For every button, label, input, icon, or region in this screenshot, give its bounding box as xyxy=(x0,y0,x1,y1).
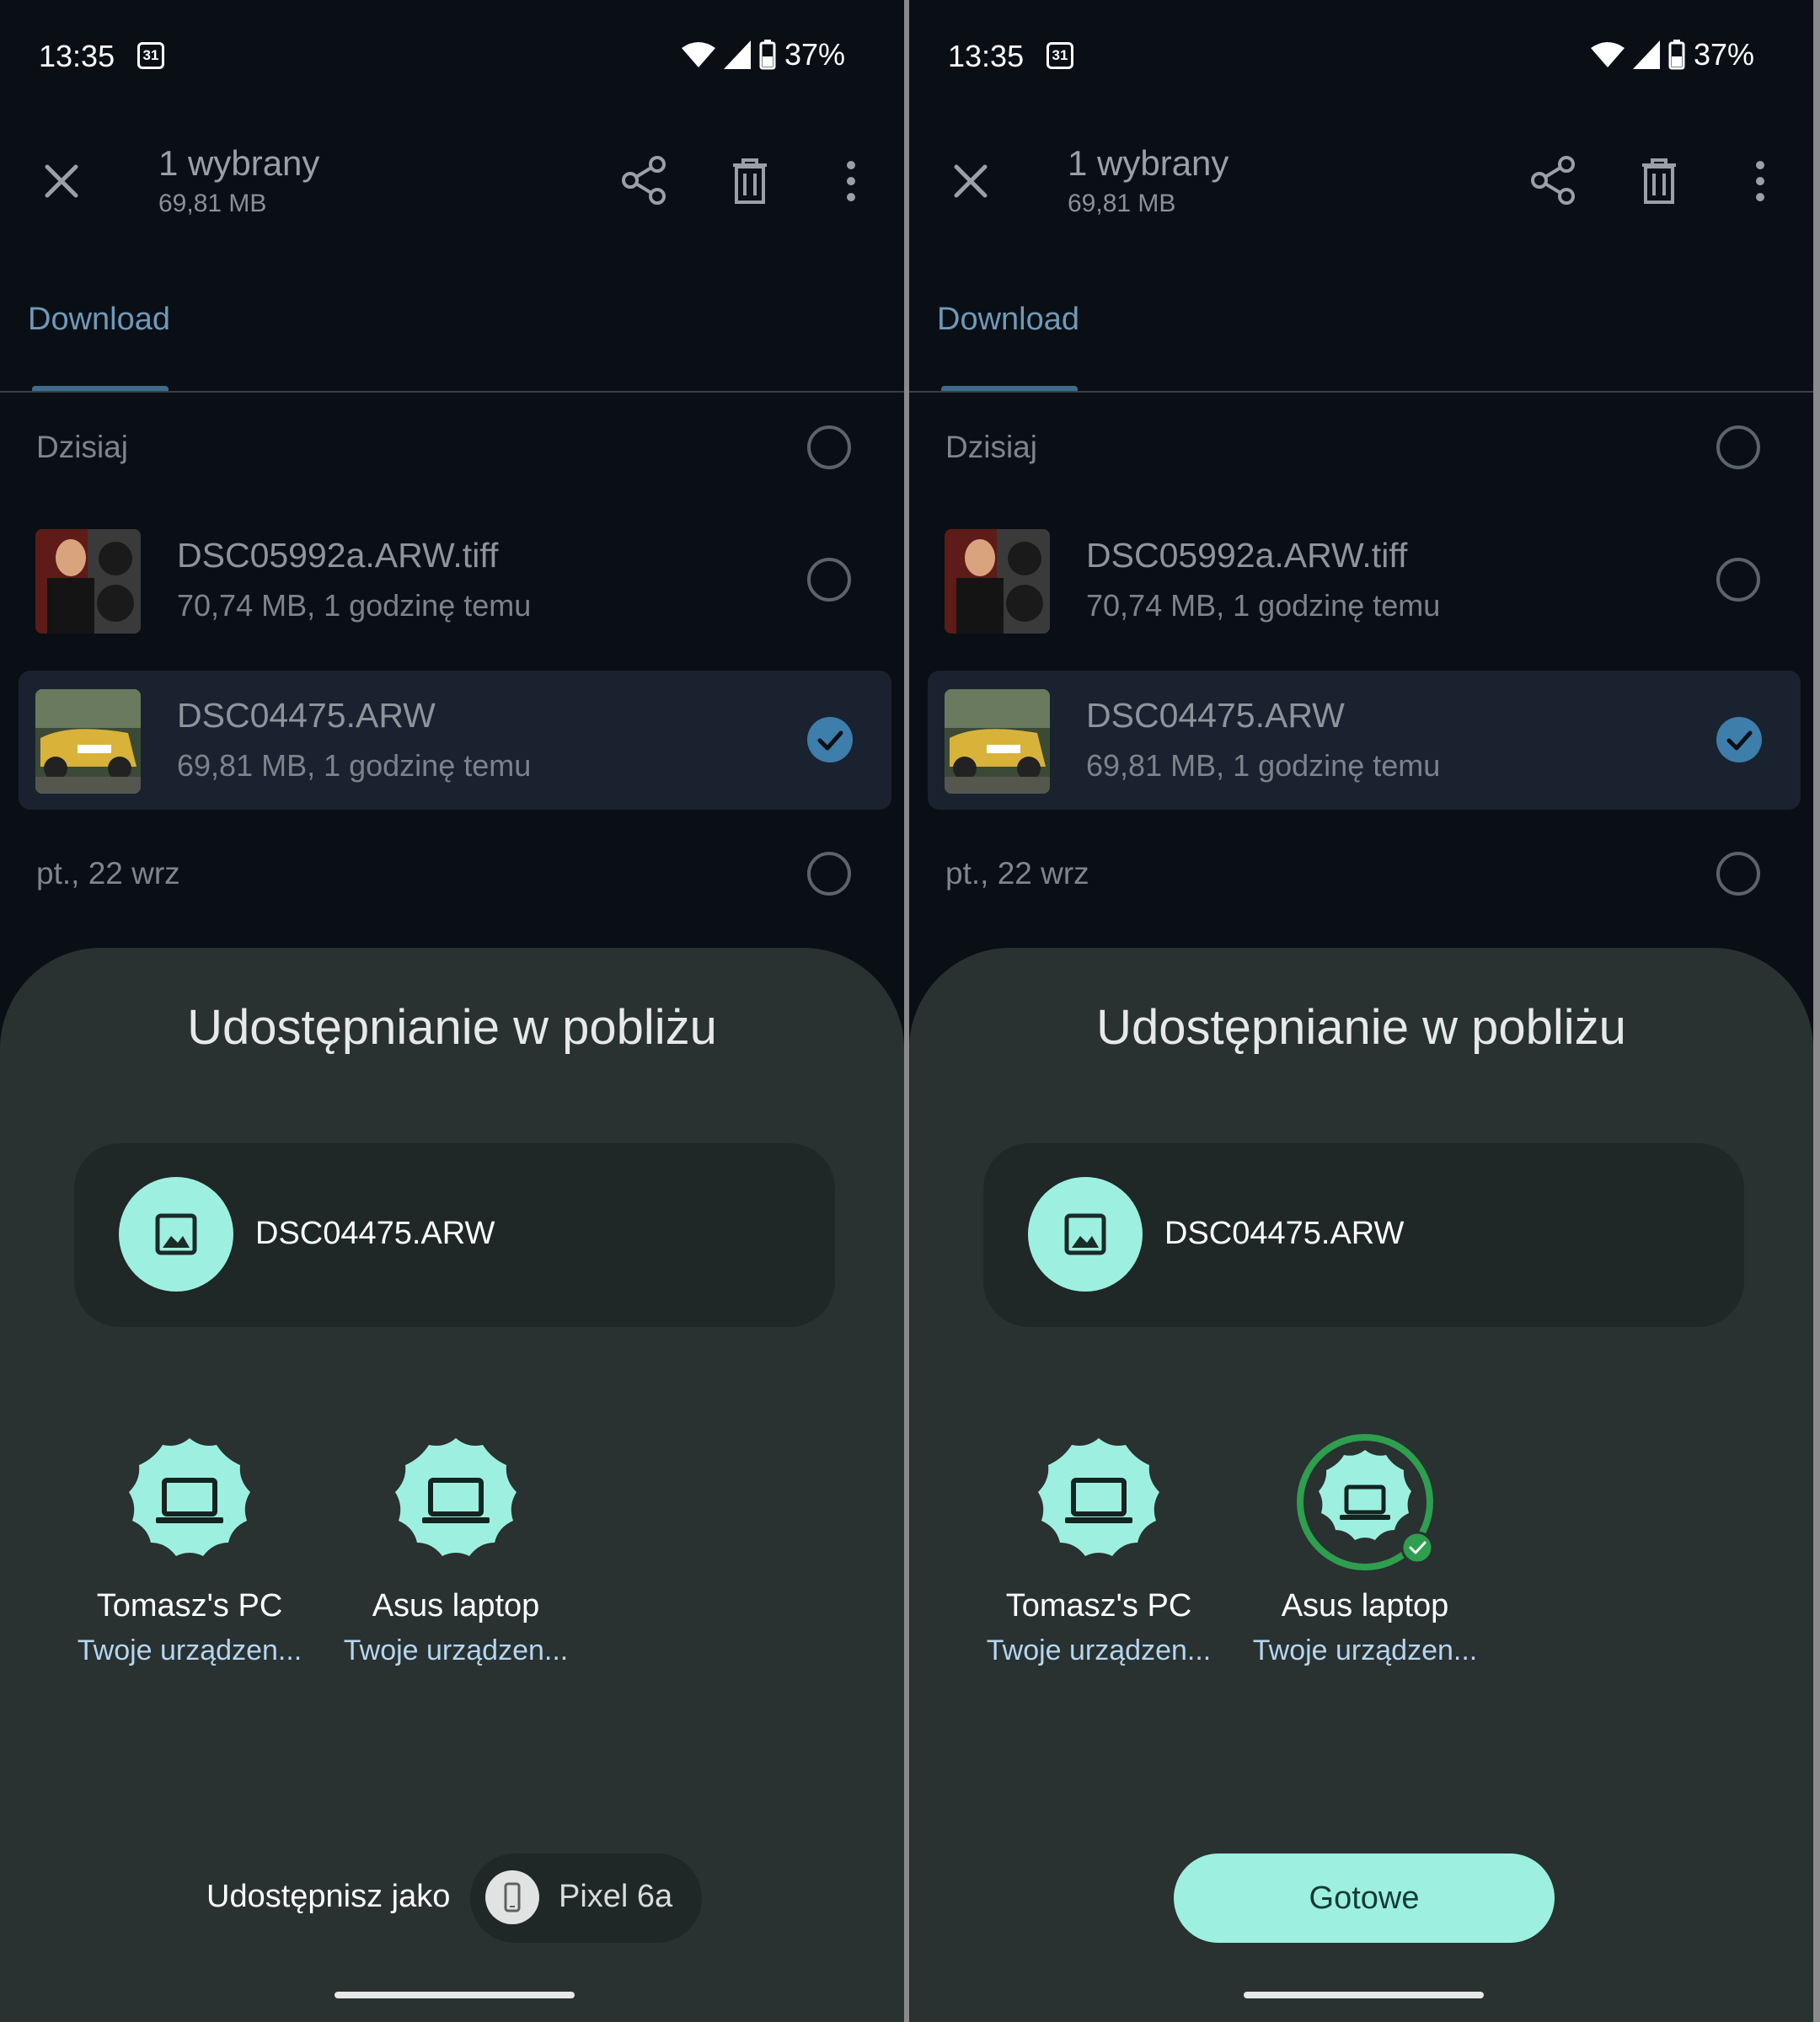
device-avatar xyxy=(124,1436,255,1568)
share-icon[interactable] xyxy=(620,156,667,205)
shared-file-name: DSC04475.ARW xyxy=(255,1216,495,1251)
more-options-icon[interactable] xyxy=(843,160,859,202)
shared-file-card: DSC04475.ARW xyxy=(74,1143,835,1327)
done-button[interactable]: Gotowe xyxy=(1174,1854,1555,1943)
phone-screen-right: 13:35 31 37% 1 wybrany 69,81 MB Download… xyxy=(909,0,1813,2022)
device-avatar xyxy=(390,1436,522,1568)
status-icons: 37% xyxy=(681,37,845,72)
file-name: DSC05992a.ARW.tiff xyxy=(1086,536,1408,575)
section-header-today: Dzisiaj xyxy=(36,430,128,464)
trash-icon[interactable] xyxy=(1639,158,1679,204)
shared-file-card: DSC04475.ARW xyxy=(983,1143,1744,1327)
calendar-notification-icon: 31 xyxy=(1046,42,1073,69)
device-name: Asus laptop xyxy=(1281,1588,1449,1623)
home-indicator[interactable] xyxy=(1244,1992,1484,1998)
close-icon[interactable] xyxy=(950,160,992,202)
wifi-icon xyxy=(1590,42,1625,67)
battery-percent: 37% xyxy=(784,37,845,72)
laptop-icon xyxy=(395,1438,517,1556)
device-subtitle: Twoje urządzen... xyxy=(343,1634,569,1666)
status-time: 13:35 xyxy=(948,39,1025,73)
status-icons: 37% xyxy=(1590,37,1754,72)
select-section-today-radio[interactable] xyxy=(807,425,851,469)
file-row[interactable]: DSC05992a.ARW.tiff 70,74 MB, 1 godzinę t… xyxy=(928,511,1801,650)
file-row-selected[interactable]: DSC04475.ARW 69,81 MB, 1 godzinę temu xyxy=(19,671,891,810)
more-options-icon[interactable] xyxy=(1752,160,1769,202)
device-avatar xyxy=(1297,1434,1434,1570)
image-file-icon xyxy=(1028,1177,1143,1292)
select-section-older-radio[interactable] xyxy=(807,852,851,896)
file-thumbnail xyxy=(945,529,1050,634)
section-header-today: Dzisiaj xyxy=(945,430,1037,464)
selection-size: 69,81 MB xyxy=(158,190,267,217)
battery-icon xyxy=(1668,40,1685,70)
device-asus-laptop[interactable]: Asus laptop Twoje urządzen... xyxy=(338,1436,574,1667)
share-as-device-name: Pixel 6a xyxy=(559,1879,673,1914)
file-thumbnail xyxy=(35,529,141,634)
tab-divider xyxy=(0,391,904,393)
selection-count: 1 wybrany xyxy=(158,143,320,183)
file-select-radio[interactable] xyxy=(1716,558,1760,602)
battery-icon xyxy=(759,40,776,70)
device-name: Asus laptop xyxy=(372,1588,540,1623)
sheet-title: Udostępnianie w pobliżu xyxy=(187,1000,717,1055)
device-avatar xyxy=(1033,1436,1164,1568)
share-as-device-chip[interactable]: Pixel 6a xyxy=(470,1854,702,1943)
laptop-icon xyxy=(1038,1438,1159,1556)
signal-icon xyxy=(1632,40,1660,69)
share-as-label: Udostępnisz jako xyxy=(206,1879,451,1914)
file-meta: 69,81 MB, 1 godzinę temu xyxy=(177,748,532,783)
file-select-radio[interactable] xyxy=(807,558,851,602)
file-meta: 70,74 MB, 1 godzinę temu xyxy=(1086,588,1441,623)
home-indicator[interactable] xyxy=(335,1992,575,1998)
device-asus-laptop-selected[interactable]: Asus laptop Twoje urządzen... xyxy=(1247,1434,1483,1667)
battery-percent: 37% xyxy=(1693,37,1754,72)
file-name: DSC05992a.ARW.tiff xyxy=(177,536,499,575)
share-as-row: Udostępnisz jako Pixel 6a xyxy=(0,1854,904,1943)
file-thumbnail xyxy=(945,689,1050,794)
file-row[interactable]: DSC05992a.ARW.tiff 70,74 MB, 1 godzinę t… xyxy=(19,511,891,650)
device-subtitle: Twoje urządzen... xyxy=(986,1634,1212,1666)
image-file-icon xyxy=(119,1177,233,1292)
phone-screen-left: 13:35 31 37% 1 wybrany 69,81 MB Download… xyxy=(0,0,904,2022)
file-thumbnail xyxy=(35,689,141,794)
laptop-icon xyxy=(129,1438,250,1556)
tab-divider xyxy=(909,391,1813,393)
wifi-icon xyxy=(681,42,715,67)
signal-icon xyxy=(723,40,751,69)
sheet-title: Udostępnianie w pobliżu xyxy=(1096,1000,1626,1055)
file-meta: 69,81 MB, 1 godzinę temu xyxy=(1086,748,1441,783)
check-badge-icon xyxy=(1400,1531,1434,1565)
file-selected-check-icon[interactable] xyxy=(807,717,853,762)
share-icon[interactable] xyxy=(1529,156,1576,205)
shared-file-name: DSC04475.ARW xyxy=(1164,1216,1405,1251)
status-time: 13:35 xyxy=(39,39,115,73)
section-header-older: pt., 22 wrz xyxy=(36,856,180,891)
file-name: DSC04475.ARW xyxy=(1086,696,1345,735)
select-section-older-radio[interactable] xyxy=(1716,852,1760,896)
file-selected-check-icon[interactable] xyxy=(1716,717,1762,762)
file-row-selected[interactable]: DSC04475.ARW 69,81 MB, 1 godzinę temu xyxy=(928,671,1801,810)
select-section-today-radio[interactable] xyxy=(1716,425,1760,469)
section-header-older: pt., 22 wrz xyxy=(945,856,1089,891)
trash-icon[interactable] xyxy=(730,158,770,204)
file-meta: 70,74 MB, 1 godzinę temu xyxy=(177,588,532,623)
device-tomasz-pc[interactable]: Tomasz's PC Twoje urządzen... xyxy=(72,1436,308,1667)
calendar-notification-icon: 31 xyxy=(137,42,164,69)
device-subtitle: Twoje urządzen... xyxy=(77,1634,302,1666)
device-tomasz-pc[interactable]: Tomasz's PC Twoje urządzen... xyxy=(981,1436,1217,1667)
device-name: Tomasz's PC xyxy=(96,1588,283,1623)
tab-download[interactable]: Download xyxy=(28,302,170,338)
tab-download[interactable]: Download xyxy=(937,302,1079,338)
phone-icon xyxy=(485,1870,539,1924)
selection-count: 1 wybrany xyxy=(1068,143,1229,183)
device-subtitle: Twoje urządzen... xyxy=(1252,1634,1478,1666)
close-icon[interactable] xyxy=(40,160,83,202)
device-name: Tomasz's PC xyxy=(1005,1588,1192,1623)
file-name: DSC04475.ARW xyxy=(177,696,436,735)
selection-size: 69,81 MB xyxy=(1068,190,1176,217)
